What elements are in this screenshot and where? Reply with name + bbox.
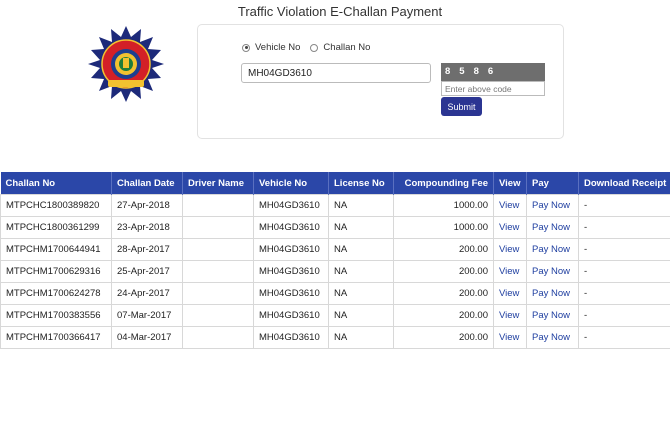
compounding-fee-cell: 200.00 [393, 260, 494, 283]
driver-name-cell [182, 326, 254, 349]
column-header-driver-name: Driver Name [182, 172, 254, 195]
vehicle-no-label[interactable]: Vehicle No [255, 42, 300, 53]
license-no-cell: NA [328, 326, 394, 349]
driver-name-cell [182, 260, 254, 283]
driver-name-cell [182, 194, 254, 217]
vehicle-no-cell: MH04GD3610 [253, 260, 329, 283]
column-header-challan-date: Challan Date [111, 172, 183, 195]
pay-now-link[interactable]: Pay Now [526, 282, 579, 305]
vehicle-no-cell: MH04GD3610 [253, 194, 329, 217]
table-header-row: Challan No Challan Date Driver Name Vehi… [0, 172, 670, 195]
column-header-compounding-fee: Compounding Fee [393, 172, 494, 195]
challan-date-cell: 24-Apr-2017 [111, 282, 183, 305]
vehicle-no-cell: MH04GD3610 [253, 238, 329, 261]
pay-now-link[interactable]: Pay Now [526, 238, 579, 261]
view-link[interactable]: View [493, 282, 527, 305]
compounding-fee-cell: 200.00 [393, 238, 494, 261]
pay-now-link[interactable]: Pay Now [526, 194, 579, 217]
license-no-cell: NA [328, 260, 394, 283]
view-link[interactable]: View [493, 194, 527, 217]
compounding-fee-cell: 1000.00 [393, 194, 494, 217]
download-receipt-cell: - [578, 282, 670, 305]
compounding-fee-cell: 200.00 [393, 282, 494, 305]
table-row: MTPCHM1700644941 28-Apr-2017 MH04GD3610 … [0, 238, 670, 261]
vehicle-no-cell: MH04GD3610 [253, 282, 329, 305]
search-type-radio-group: Vehicle No Challan No [242, 42, 380, 53]
challan-no-label[interactable]: Challan No [323, 42, 370, 53]
challan-date-cell: 23-Apr-2018 [111, 216, 183, 239]
view-link[interactable]: View [493, 326, 527, 349]
challan-no-cell: MTPCHM1700383556 [0, 304, 112, 327]
column-header-license-no: License No [328, 172, 394, 195]
table-row: MTPCHC1800361299 23-Apr-2018 MH04GD3610 … [0, 216, 670, 239]
license-no-cell: NA [328, 216, 394, 239]
vehicle-no-radio[interactable] [242, 43, 250, 52]
table-row: MTPCHM1700366417 04-Mar-2017 MH04GD3610 … [0, 326, 670, 349]
submit-button[interactable]: Submit [441, 97, 482, 116]
column-header-pay: Pay [526, 172, 579, 195]
challan-no-cell: MTPCHC1800361299 [0, 216, 112, 239]
challan-date-cell: 07-Mar-2017 [111, 304, 183, 327]
captcha-code-image: 8586 [441, 63, 545, 81]
download-receipt-cell: - [578, 326, 670, 349]
license-no-cell: NA [328, 194, 394, 217]
challan-date-cell: 28-Apr-2017 [111, 238, 183, 261]
pay-now-link[interactable]: Pay Now [526, 260, 579, 283]
challan-no-radio[interactable] [310, 43, 319, 52]
download-receipt-cell: - [578, 194, 670, 217]
challan-no-cell: MTPCHM1700624278 [0, 282, 112, 305]
challan-date-cell: 27-Apr-2018 [111, 194, 183, 217]
challan-no-cell: MTPCHM1700629316 [0, 260, 112, 283]
challan-table: Challan No Challan Date Driver Name Vehi… [0, 172, 670, 349]
driver-name-cell [182, 304, 254, 327]
column-header-vehicle-no: Vehicle No [253, 172, 329, 195]
table-row: MTPCHC1800389820 27-Apr-2018 MH04GD3610 … [0, 194, 670, 217]
compounding-fee-cell: 1000.00 [393, 216, 494, 239]
police-emblem-icon [88, 26, 164, 102]
compounding-fee-cell: 200.00 [393, 326, 494, 349]
challan-no-cell: MTPCHC1800389820 [0, 194, 112, 217]
challan-date-cell: 25-Apr-2017 [111, 260, 183, 283]
view-link[interactable]: View [493, 216, 527, 239]
driver-name-cell [182, 216, 254, 239]
column-header-view: View [493, 172, 527, 195]
column-header-download-receipt: Download Receipt [578, 172, 670, 195]
pay-now-link[interactable]: Pay Now [526, 216, 579, 239]
vehicle-no-cell: MH04GD3610 [253, 304, 329, 327]
challan-date-cell: 04-Mar-2017 [111, 326, 183, 349]
challan-no-cell: MTPCHM1700644941 [0, 238, 112, 261]
download-receipt-cell: - [578, 216, 670, 239]
column-header-challan-no: Challan No [0, 172, 112, 195]
download-receipt-cell: - [578, 304, 670, 327]
view-link[interactable]: View [493, 260, 527, 283]
driver-name-cell [182, 238, 254, 261]
vehicle-no-cell: MH04GD3610 [253, 216, 329, 239]
captcha-input[interactable] [441, 81, 545, 96]
pay-now-link[interactable]: Pay Now [526, 326, 579, 349]
driver-name-cell [182, 282, 254, 305]
license-no-cell: NA [328, 238, 394, 261]
view-link[interactable]: View [493, 304, 527, 327]
table-row: MTPCHM1700629316 25-Apr-2017 MH04GD3610 … [0, 260, 670, 283]
license-no-cell: NA [328, 282, 394, 305]
license-no-cell: NA [328, 304, 394, 327]
search-form-card: Vehicle No Challan No 8586 Submit [197, 24, 564, 139]
page-title: Traffic Violation E-Challan Payment [237, 4, 443, 19]
vehicle-no-cell: MH04GD3610 [253, 326, 329, 349]
vehicle-number-input[interactable] [241, 63, 431, 83]
table-row: MTPCHM1700383556 07-Mar-2017 MH04GD3610 … [0, 304, 670, 327]
compounding-fee-cell: 200.00 [393, 304, 494, 327]
download-receipt-cell: - [578, 238, 670, 261]
table-row: MTPCHM1700624278 24-Apr-2017 MH04GD3610 … [0, 282, 670, 305]
download-receipt-cell: - [578, 260, 670, 283]
view-link[interactable]: View [493, 238, 527, 261]
challan-no-cell: MTPCHM1700366417 [0, 326, 112, 349]
pay-now-link[interactable]: Pay Now [526, 304, 579, 327]
